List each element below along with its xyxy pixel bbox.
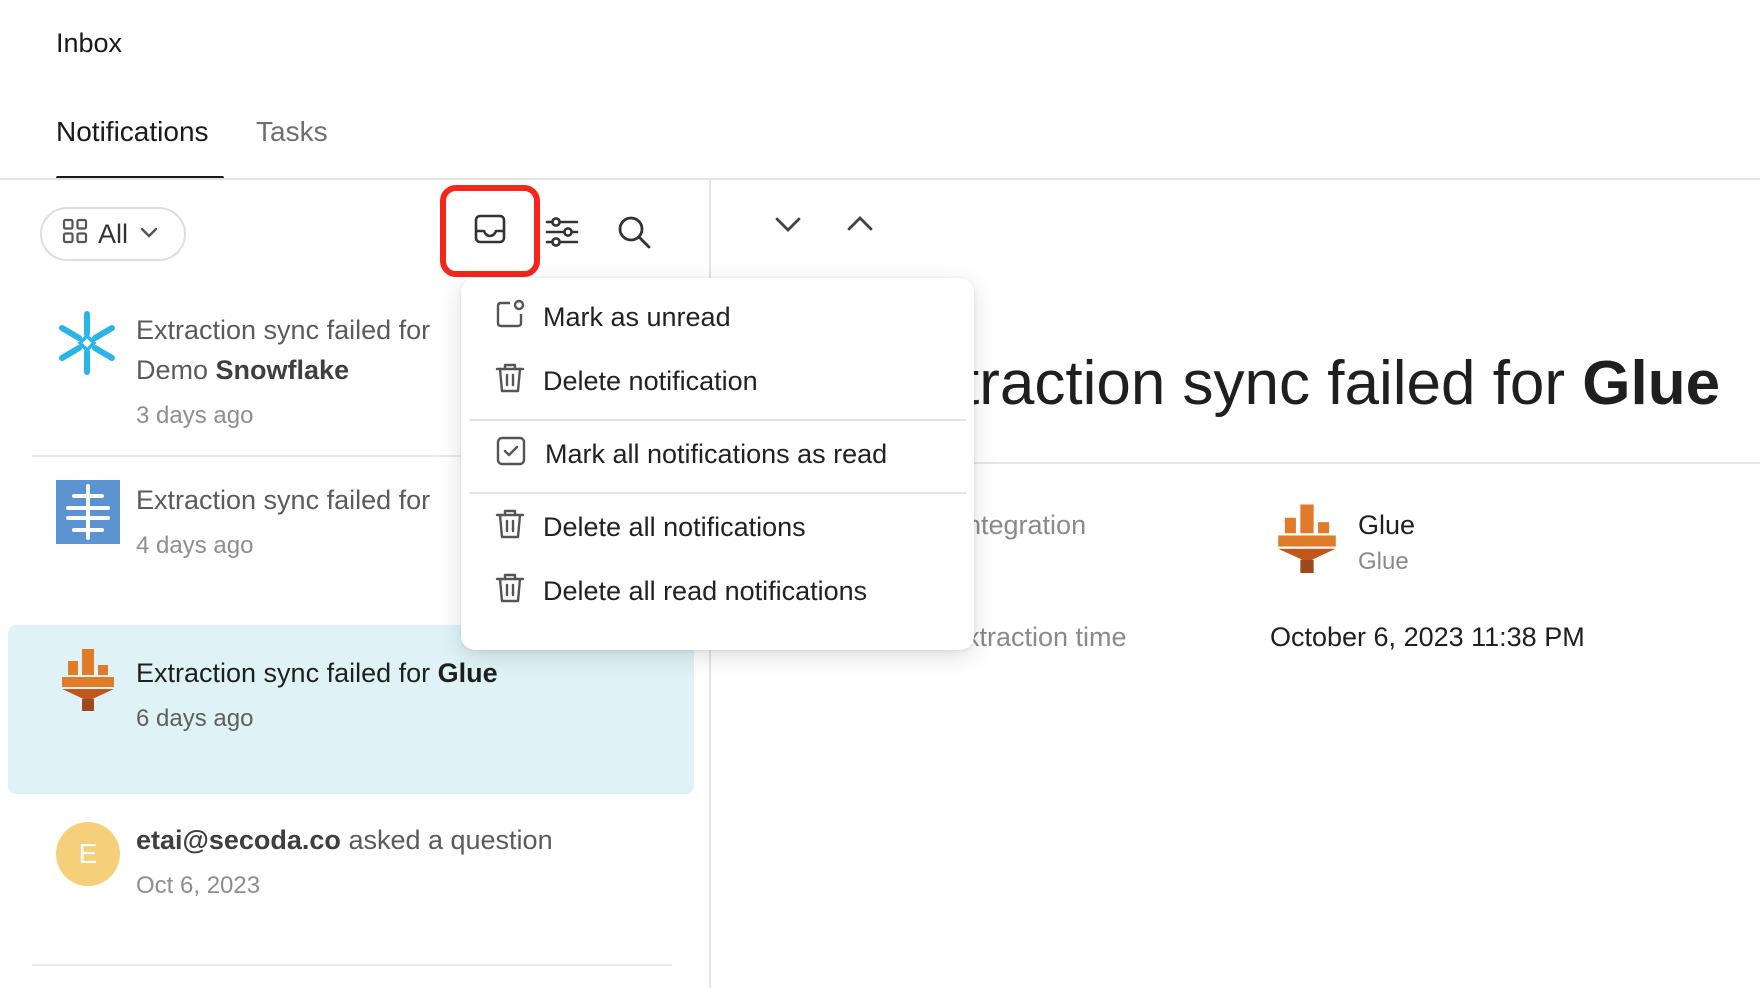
page-title: Inbox [56, 28, 123, 58]
menu-item-delete-notification[interactable]: Delete notification [469, 353, 966, 409]
filter-sliders-icon [544, 215, 580, 254]
notification-item-selected[interactable]: Extraction sync failed for Glue 6 days a… [8, 625, 694, 794]
previous-notification-button[interactable] [842, 206, 878, 247]
chevron-down-icon [775, 217, 801, 232]
trash-icon [495, 572, 525, 611]
detail-title-text: traction sync failed for [962, 349, 1566, 418]
notification-time: 4 days ago [136, 532, 254, 559]
filter-dropdown[interactable]: All [40, 207, 186, 261]
notification-text: Extraction sync failed for [136, 485, 431, 515]
menu-separator [469, 419, 966, 421]
chevron-down-icon [138, 219, 160, 250]
notification-item[interactable]: E etai@secoda.co asked a question Oct 6,… [32, 810, 686, 960]
avatar: E [56, 822, 120, 886]
notification-text: asked a question [348, 825, 553, 855]
mark-unread-icon [495, 299, 525, 336]
menu-item-mark-all-read[interactable]: Mark all notifications as read [469, 426, 966, 482]
highlight-annotation [440, 185, 540, 277]
filter-label: All [98, 218, 129, 249]
menu-item-label: Delete all notifications [543, 511, 806, 542]
notification-entity: Glue [437, 658, 498, 688]
extraction-time-value: October 6, 2023 11:38 PM [1270, 622, 1585, 652]
integration-logo-icon [56, 480, 120, 549]
menu-item-delete-all-read[interactable]: Delete all read notifications [469, 563, 966, 619]
notification-entity: Snowflake [215, 355, 350, 385]
notification-text: Extraction sync failed for [136, 315, 431, 345]
menu-item-mark-unread[interactable]: Mark as unread [469, 289, 966, 345]
menu-item-delete-all[interactable]: Delete all notifications [469, 499, 966, 555]
filter-settings-button[interactable] [532, 204, 592, 264]
tab-notifications[interactable]: Notifications [56, 116, 209, 148]
menu-item-label: Mark all notifications as read [545, 438, 888, 469]
integration-subtitle: Glue [1358, 548, 1409, 575]
search-button[interactable] [604, 204, 664, 264]
row-divider [32, 964, 672, 966]
notification-time: 6 days ago [136, 705, 254, 732]
detail-title: traction sync failed for Glue [962, 348, 1720, 419]
header-divider [0, 178, 1760, 180]
notification-text: Demo [136, 355, 209, 385]
trash-icon [495, 508, 525, 547]
aws-glue-logo-icon [1276, 504, 1338, 583]
notification-time: 3 days ago [136, 402, 254, 429]
row-divider [32, 455, 462, 457]
chevron-up-icon [847, 216, 873, 231]
grid-icon [62, 218, 88, 251]
detail-title-entity: Glue [1582, 349, 1721, 418]
inbox-actions-menu: Mark as unread Delete notification Mark … [461, 278, 974, 650]
property-label: ntegration [966, 510, 1087, 540]
notification-author: etai@secoda.co [136, 825, 341, 855]
menu-separator [469, 492, 966, 494]
menu-item-label: Delete notification [543, 365, 758, 396]
snowflake-logo-icon [54, 310, 120, 381]
menu-item-label: Delete all read notifications [543, 575, 868, 606]
checkbox-icon [495, 435, 527, 474]
notification-text: Extraction sync failed for [136, 658, 431, 688]
notification-time: Oct 6, 2023 [136, 872, 261, 899]
next-notification-button[interactable] [770, 206, 806, 247]
property-label: xtraction time [966, 622, 1127, 652]
trash-icon [495, 362, 525, 401]
menu-item-label: Mark as unread [543, 301, 731, 332]
aws-glue-logo-icon [60, 649, 116, 720]
integration-name[interactable]: Glue [1358, 510, 1415, 541]
tab-tasks[interactable]: Tasks [256, 116, 328, 148]
search-icon [616, 214, 652, 255]
